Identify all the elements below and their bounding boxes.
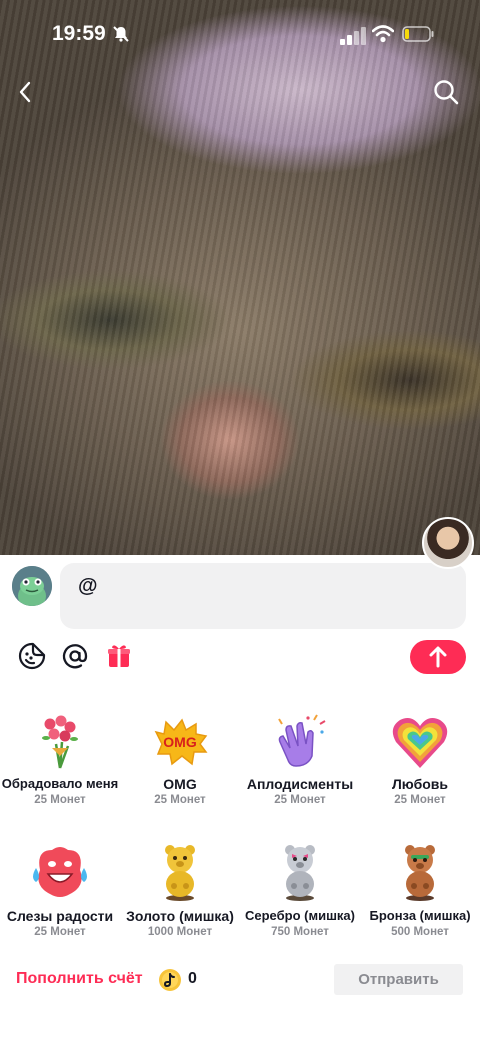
- silent-bell-icon: [113, 26, 129, 42]
- creator-avatar[interactable]: [422, 517, 474, 569]
- search-icon[interactable]: [432, 78, 460, 106]
- omg-sticker-icon: OMG: [154, 718, 208, 766]
- tears-of-joy-icon: [33, 847, 87, 897]
- gift-price: 25 Монет: [34, 926, 86, 938]
- gift-price: 25 Монет: [154, 794, 206, 806]
- cellular-signal-icon: [340, 27, 366, 45]
- gift-price: 25 Монет: [394, 794, 446, 806]
- gift-icon[interactable]: [104, 641, 134, 671]
- coin-icon: [159, 969, 181, 991]
- roses-bouquet-icon: [42, 715, 78, 769]
- emoji-sticker-icon[interactable]: [17, 641, 47, 671]
- gift-name: Обрадовало меня: [1, 776, 119, 791]
- gift-name: Золото (мишка): [126, 908, 234, 924]
- topup-link[interactable]: Пополнить счёт: [16, 970, 143, 988]
- gift-price: 1000 Монет: [147, 926, 213, 938]
- gift-price: 750 Монет: [271, 926, 329, 938]
- mention-icon[interactable]: [60, 641, 90, 671]
- comment-text: @: [78, 575, 98, 597]
- silver-bear-icon: [285, 845, 315, 901]
- comment-input[interactable]: @: [60, 563, 466, 629]
- battery-icon: [402, 26, 434, 42]
- status-bar: 19:59: [0, 0, 480, 70]
- user-avatar[interactable]: [12, 566, 52, 606]
- gift-name: Любовь: [391, 776, 448, 792]
- gift-price: 25 Монет: [274, 794, 326, 806]
- gift-name: Бронза (мишка): [369, 908, 471, 923]
- gold-bear-icon: [165, 845, 195, 901]
- rainbow-heart-icon: [392, 718, 448, 768]
- frog-avatar-icon: [12, 566, 52, 606]
- svg-text:OMG: OMG: [163, 734, 197, 750]
- gift-price: 25 Монет: [34, 794, 86, 806]
- status-time: 19:59: [52, 22, 106, 45]
- gift-name: Аплодисменты: [246, 776, 354, 792]
- clapping-hands-icon: [278, 714, 326, 767]
- gift-name: Слезы радости: [6, 908, 114, 924]
- submit-gift-button[interactable]: Отправить: [334, 964, 463, 995]
- gift-name: Серебро (мишка): [245, 908, 355, 923]
- back-icon[interactable]: [12, 78, 40, 106]
- wifi-icon: [372, 25, 394, 43]
- coin-balance: 0: [188, 970, 197, 987]
- gift-price: 500 Монет: [391, 926, 449, 938]
- send-button[interactable]: [410, 640, 466, 674]
- arrow-up-icon: [429, 646, 447, 668]
- bronze-bear-icon: [405, 845, 435, 901]
- gift-name: OMG: [163, 776, 197, 792]
- video-background: [0, 0, 480, 555]
